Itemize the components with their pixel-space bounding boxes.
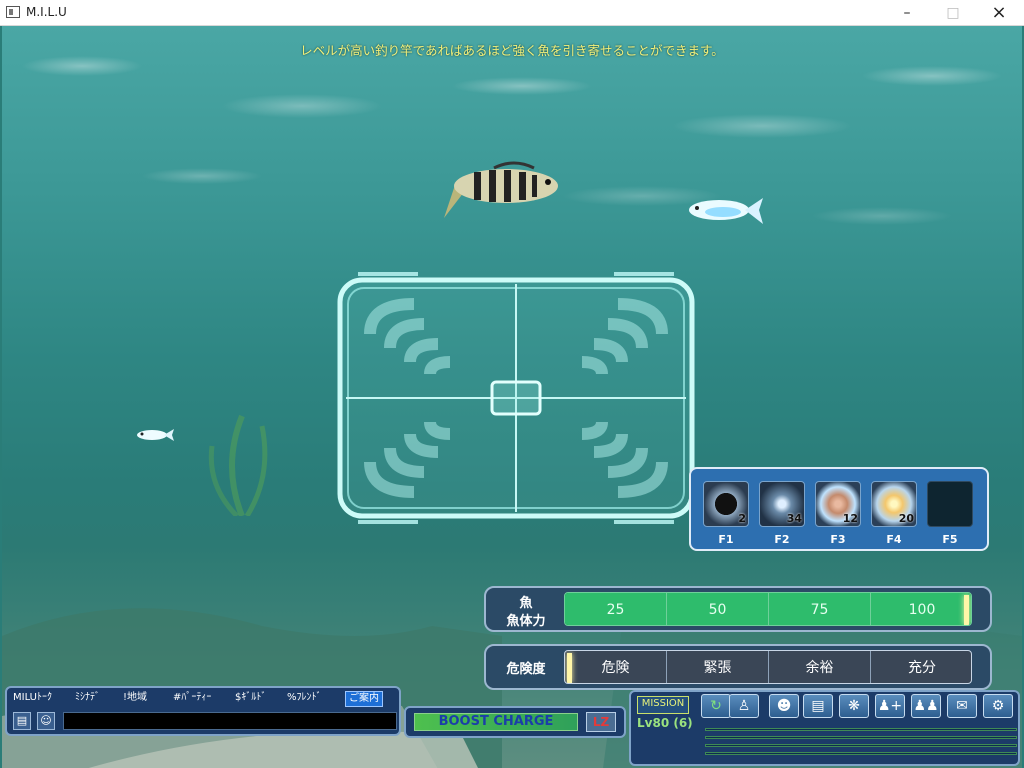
danger-tick: 充分: [908, 660, 936, 676]
refresh-icon[interactable]: ↻: [701, 694, 731, 718]
bright-fish[interactable]: [685, 194, 765, 230]
skill-count: 20: [898, 512, 914, 525]
boost-panel: BOOST CHARGE LZ: [404, 706, 626, 738]
settings-gears-icon[interactable]: ⚙: [983, 694, 1013, 718]
chat-tabs: MILUﾄｰｸ ﾐｼﾅﾃﾞ !地域 #ﾊﾟｰﾃｨｰ $ｷﾞﾙﾄﾞ %ﾌﾚﾝﾄﾞ …: [9, 690, 399, 707]
chat-window-icon[interactable]: ▤: [13, 712, 31, 730]
chat-input[interactable]: [63, 712, 397, 730]
stamina-tick: 100: [908, 602, 936, 618]
danger-marker: [567, 653, 572, 683]
skill-slot-f4[interactable]: 20: [871, 481, 917, 527]
stamina-tick: 25: [565, 593, 667, 625]
water-caustics: [2, 26, 1022, 286]
status-line: [705, 744, 1017, 747]
skill-key-label: F5: [942, 533, 958, 546]
danger-tick: 余裕: [769, 651, 871, 683]
fish-stamina-label: 魚体力: [506, 614, 546, 629]
skill-key-label: F3: [830, 533, 846, 546]
boost-charge-bar[interactable]: BOOST CHARGE: [414, 713, 578, 731]
mission-button[interactable]: MISSION: [637, 696, 689, 714]
hint-message: レベルが高い釣り竿であればあるほど強く魚を引き寄せることができます。: [300, 43, 724, 58]
status-line: [705, 728, 1017, 731]
stamina-tick: 75: [769, 593, 871, 625]
skill-count: 34: [786, 512, 802, 525]
boost-key-button[interactable]: LZ: [586, 712, 616, 732]
danger-bar: 危険 緊張 余裕 充分: [564, 650, 972, 684]
skill-key-label: F4: [886, 533, 902, 546]
skill-slot-f5[interactable]: [927, 481, 973, 527]
skill-key-label: F1: [718, 533, 734, 546]
danger-gauge: 危険度 危険 緊張 余裕 充分: [484, 644, 992, 690]
chat-tab-friend[interactable]: %ﾌﾚﾝﾄﾞ: [287, 691, 322, 705]
close-button[interactable]: ×: [976, 0, 1022, 26]
danger-tick: 緊張: [667, 651, 769, 683]
skill-slot-f3[interactable]: 12: [815, 481, 861, 527]
vehicle-icon[interactable]: ▤: [803, 694, 833, 718]
chat-tab-minna-de[interactable]: ﾐｼﾅﾃﾞ: [75, 691, 100, 705]
skill-icon[interactable]: ❋: [839, 694, 869, 718]
window-title: M.I.L.U: [26, 5, 67, 19]
skill-panel: 2 34 12 20 F1 F2 F3 F4 F5: [689, 467, 989, 551]
skill-count: 12: [842, 512, 858, 525]
main-menu-panel: MISSION Lv80 (6) ↻ ♙ ☻ ▤ ❋ ♟+ ♟♟ ✉ ⚙: [629, 690, 1020, 766]
player-level: Lv80 (6): [637, 716, 693, 730]
chat-tab-guide[interactable]: ご案内: [345, 691, 383, 707]
skill-key-label: F2: [774, 533, 790, 546]
stamina-tick: 50: [667, 593, 769, 625]
skill-count: 2: [738, 512, 746, 525]
maximize-button[interactable]: □: [930, 0, 976, 26]
status-line: [705, 752, 1017, 755]
window-titlebar: M.I.L.U – □ ×: [0, 0, 1024, 26]
emote-icon[interactable]: ☺: [37, 712, 55, 730]
striped-fish[interactable]: [434, 160, 566, 232]
danger-tick: 危険: [565, 651, 667, 683]
status-line: [705, 736, 1017, 739]
fish-stamina-bar: 25 50 75 100: [564, 592, 972, 626]
chat-bubble-icon[interactable]: ✉: [947, 694, 977, 718]
skill-slot-f2[interactable]: 34: [759, 481, 805, 527]
profile-icon[interactable]: ☻: [769, 694, 799, 718]
skill-slot-f1[interactable]: 2: [703, 481, 749, 527]
fish-stamina-gauge: 魚 魚体力 25 50 75 100: [484, 586, 992, 632]
seaweed: [208, 414, 268, 516]
small-fish[interactable]: [134, 426, 176, 444]
chat-tab-guild[interactable]: $ｷﾞﾙﾄﾞ: [235, 691, 266, 705]
fishing-reticle[interactable]: [334, 270, 698, 526]
status-lines: [705, 726, 1017, 762]
chat-tab-party[interactable]: #ﾊﾟｰﾃｨｰ: [173, 691, 211, 705]
danger-label: 危険度: [506, 662, 546, 677]
minimize-button[interactable]: –: [884, 0, 930, 26]
chat-tab-region[interactable]: !地域: [123, 691, 147, 705]
app-icon: [6, 6, 20, 18]
chat-tab-milu-talk[interactable]: MILUﾄｰｸ: [13, 691, 52, 705]
chat-panel: MILUﾄｰｸ ﾐｼﾅﾃﾞ !地域 #ﾊﾟｰﾃｨｰ $ｷﾞﾙﾄﾞ %ﾌﾚﾝﾄﾞ …: [5, 686, 401, 736]
stamina-marker: [964, 595, 969, 625]
fish-label: 魚: [519, 596, 533, 611]
party-icon[interactable]: ♟♟: [911, 694, 941, 718]
party-add-icon[interactable]: ♟+: [875, 694, 905, 718]
character-icon[interactable]: ♙: [729, 694, 759, 718]
